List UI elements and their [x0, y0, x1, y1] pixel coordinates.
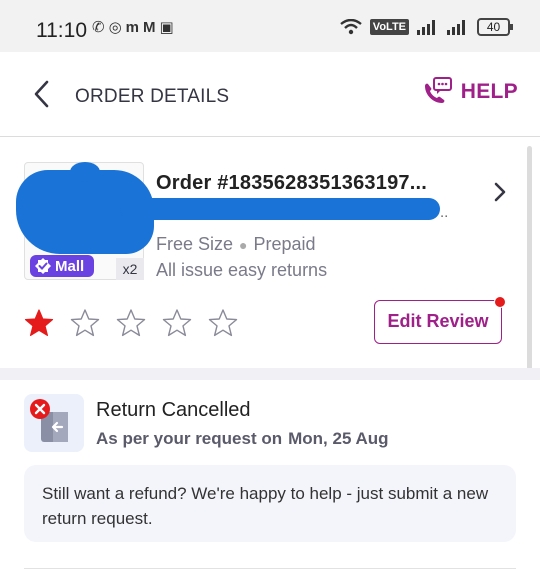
return-status-card: Return Cancelled As per your request on …: [0, 380, 540, 573]
return-status-subtitle: As per your request on Mon, 25 Aug: [96, 429, 389, 449]
notification-dot: [494, 296, 506, 308]
order-card[interactable]: Order #1835628351363197... .. Mall x2 Fr…: [0, 138, 540, 368]
mall-badge-label: Mall: [55, 257, 85, 275]
photo-icon: ▣: [159, 19, 174, 36]
instagram-icon: ◎: [108, 19, 122, 36]
gmail-icon: M: [143, 19, 156, 36]
section-divider: [0, 368, 540, 380]
battery-icon: 40: [477, 18, 513, 36]
payment-label: Prepaid: [253, 234, 316, 254]
status-bar: 11:10 ✆ ◎ m M ▣ VoLTE 40: [0, 0, 540, 52]
product-name-tail: ..: [440, 204, 449, 221]
return-date: Mon, 25 Aug: [288, 429, 389, 448]
page-title: ORDER DETAILS: [75, 86, 230, 107]
status-time: 11:10: [36, 19, 87, 42]
return-status-title: Return Cancelled: [96, 399, 251, 421]
help-button[interactable]: HELP: [421, 77, 518, 107]
verified-check-icon: [35, 258, 51, 274]
signal-icon-2: [447, 20, 465, 35]
refund-info-box: Still want a refund? We're happy to help…: [24, 465, 516, 542]
product-meta: Free Size ● Prepaid: [156, 234, 316, 255]
m-app-icon: m: [125, 19, 140, 36]
wifi-icon: [340, 19, 362, 35]
back-chevron-icon[interactable]: [30, 78, 54, 110]
rating-stars[interactable]: [24, 308, 238, 338]
star-icon-1[interactable]: [24, 308, 54, 338]
system-icons: VoLTE 40: [340, 18, 513, 36]
size-label: Free Size: [156, 234, 234, 254]
app-header: ORDER DETAILS HELP: [0, 52, 540, 137]
quantity-badge: x2: [116, 258, 144, 280]
signal-icon: [417, 20, 435, 35]
star-icon-4[interactable]: [162, 308, 192, 338]
cancelled-return-icon: [24, 394, 84, 452]
star-icon-2[interactable]: [70, 308, 100, 338]
notification-icons: ✆ ◎ m M ▣: [92, 20, 174, 35]
mall-badge: Mall: [30, 255, 95, 277]
order-number: Order #1835628351363197...: [156, 172, 427, 194]
phone-chat-icon: [424, 77, 452, 103]
star-icon-3[interactable]: [116, 308, 146, 338]
edit-review-button[interactable]: Edit Review: [374, 300, 502, 344]
returns-note: All issue easy returns: [156, 260, 328, 280]
volte-indicator: VoLTE: [369, 19, 409, 35]
whatsapp-icon: ✆: [92, 19, 105, 36]
return-reason: As per your request on: [96, 429, 283, 448]
help-label: HELP: [460, 80, 518, 103]
star-icon-5[interactable]: [208, 308, 238, 338]
bottom-divider: [24, 568, 516, 569]
chevron-right-icon[interactable]: [492, 180, 508, 204]
separator-dot: ●: [239, 236, 248, 253]
